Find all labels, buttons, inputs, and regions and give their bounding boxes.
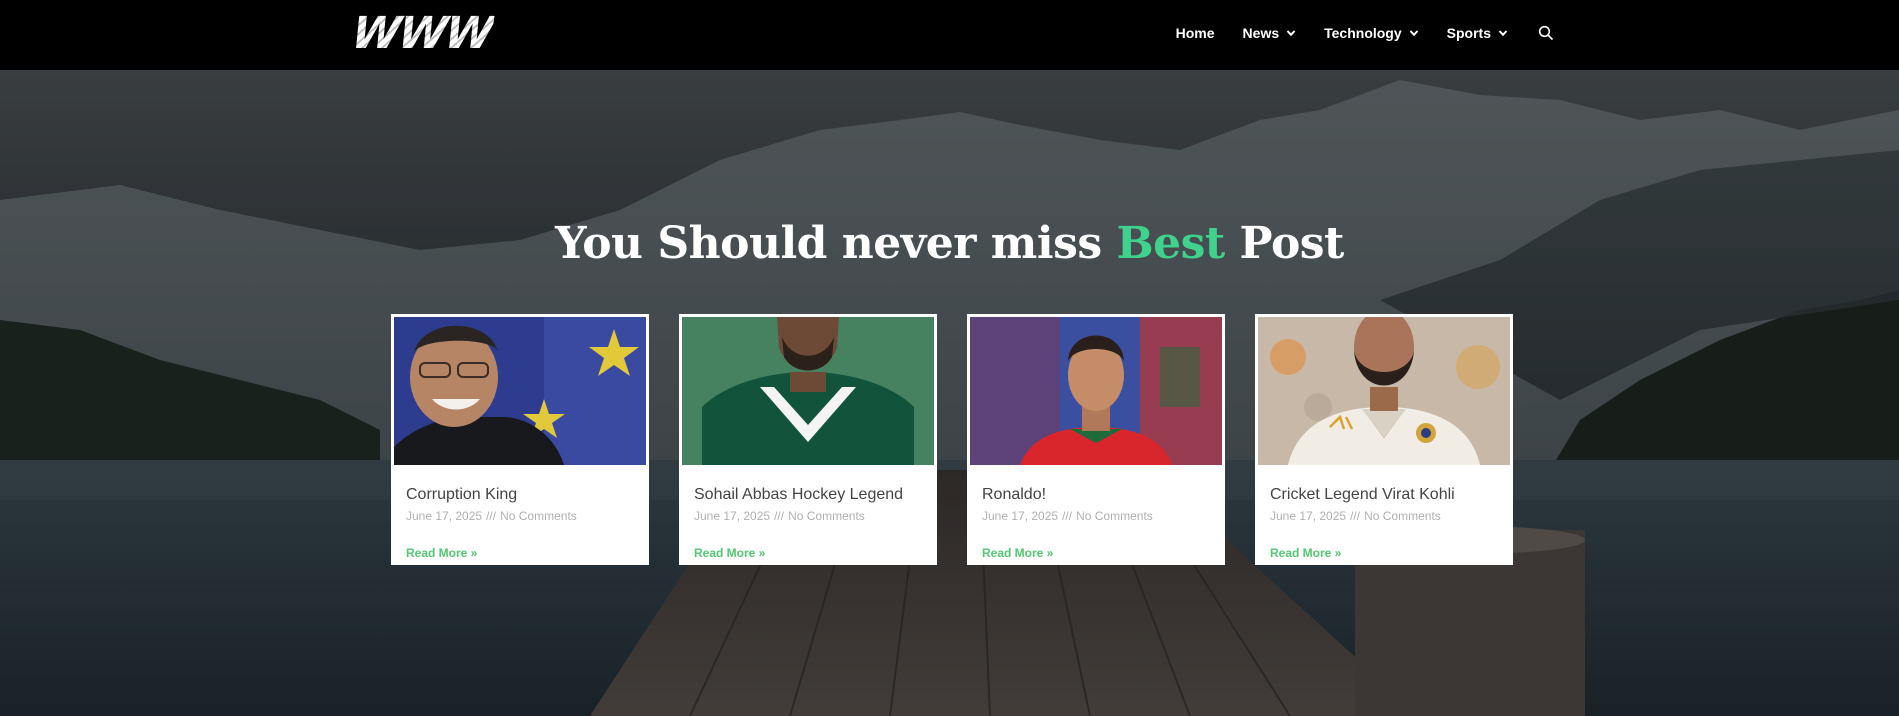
post-thumbnail-image[interactable]	[1258, 317, 1510, 465]
post-card[interactable]: Corruption King June 17, 2025///No Comme…	[391, 314, 649, 565]
top-navigation-bar: WWW Home News Technology Sports	[0, 0, 1899, 70]
post-date: June 17, 2025	[982, 509, 1059, 523]
page-headline: You Should never miss Best Post	[0, 218, 1899, 269]
meta-separator: ///	[1062, 509, 1073, 523]
post-card[interactable]: Sohail Abbas Hockey Legend June 17, 2025…	[679, 314, 937, 565]
post-thumbnail-image[interactable]	[682, 317, 934, 465]
headline-accent-word: Best	[1116, 218, 1225, 269]
post-comments-count[interactable]: No Comments	[788, 509, 865, 523]
post-title[interactable]: Corruption King	[406, 485, 634, 505]
post-card-body: Cricket Legend Virat Kohli June 17, 2025…	[1258, 465, 1510, 523]
post-meta: June 17, 2025///No Comments	[406, 509, 634, 523]
post-card[interactable]: Ronaldo! June 17, 2025///No Comments Rea…	[967, 314, 1225, 565]
post-thumbnail-image[interactable]	[970, 317, 1222, 465]
chevron-down-icon	[1286, 30, 1296, 37]
read-more-link[interactable]: Read More »	[982, 546, 1053, 560]
meta-separator: ///	[774, 509, 785, 523]
search-icon[interactable]	[1538, 25, 1554, 41]
read-more-link[interactable]: Read More »	[406, 546, 477, 560]
chevron-down-icon	[1409, 30, 1418, 37]
chevron-down-icon	[1498, 30, 1508, 37]
post-date: June 17, 2025	[406, 509, 483, 523]
nav-item-sports[interactable]: Sports	[1447, 25, 1508, 41]
main-nav: Home News Technology Sports	[1176, 0, 1554, 66]
meta-separator: ///	[486, 509, 497, 523]
read-more-link[interactable]: Read More »	[694, 546, 765, 560]
headline-text-after: Post	[1224, 218, 1345, 269]
post-comments-count[interactable]: No Comments	[1076, 509, 1153, 523]
post-card-body: Corruption King June 17, 2025///No Comme…	[394, 465, 646, 523]
post-card-body: Ronaldo! June 17, 2025///No Comments	[970, 465, 1222, 523]
post-title[interactable]: Ronaldo!	[982, 485, 1210, 505]
nav-label: Technology	[1324, 25, 1402, 41]
meta-separator: ///	[1350, 509, 1361, 523]
post-card[interactable]: Cricket Legend Virat Kohli June 17, 2025…	[1255, 314, 1513, 565]
post-comments-count[interactable]: No Comments	[1364, 509, 1441, 523]
site-logo[interactable]: WWW	[348, 8, 496, 59]
post-thumbnail-image[interactable]	[394, 317, 646, 465]
post-cards-row: Corruption King June 17, 2025///No Comme…	[391, 314, 1513, 565]
post-meta: June 17, 2025///No Comments	[1270, 509, 1498, 523]
post-title[interactable]: Sohail Abbas Hockey Legend	[694, 485, 922, 505]
logo-text: WWW	[348, 8, 496, 59]
post-meta: June 17, 2025///No Comments	[982, 509, 1210, 523]
post-title[interactable]: Cricket Legend Virat Kohli	[1270, 485, 1498, 505]
nav-item-home[interactable]: Home	[1176, 25, 1215, 41]
post-date: June 17, 2025	[1270, 509, 1347, 523]
post-card-body: Sohail Abbas Hockey Legend June 17, 2025…	[682, 465, 934, 523]
nav-label: Sports	[1446, 25, 1491, 41]
nav-item-news[interactable]: News	[1243, 25, 1297, 41]
read-more-link[interactable]: Read More »	[1270, 546, 1341, 560]
post-comments-count[interactable]: No Comments	[500, 509, 577, 523]
post-meta: June 17, 2025///No Comments	[694, 509, 922, 523]
post-date: June 17, 2025	[694, 509, 771, 523]
nav-label: News	[1242, 25, 1280, 41]
nav-label: Home	[1175, 25, 1215, 41]
nav-item-technology[interactable]: Technology	[1324, 25, 1419, 41]
headline-text-before: You Should never miss	[555, 218, 1117, 269]
